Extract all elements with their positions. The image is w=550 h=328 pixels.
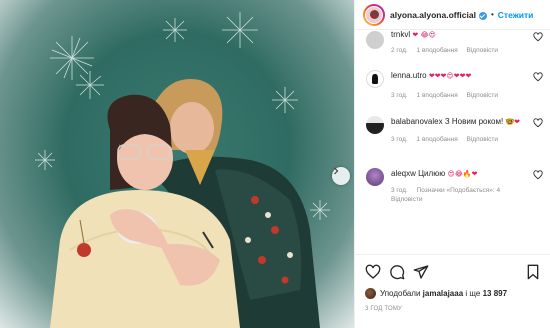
post-header: alyona.alyona.official • Стежити [355,0,550,30]
comment-time: 3 год. [391,187,408,194]
reply-button[interactable]: Відповісти [467,47,498,54]
liker-username[interactable]: jamalajaaa [423,289,463,298]
comment-likes[interactable]: Позначки «Подобається»: 4 [417,187,501,194]
like-comment-icon[interactable] [533,72,543,82]
action-icons-row [365,264,541,282]
comment-username[interactable]: balabanovalex [391,117,443,126]
reply-button[interactable]: Відповісти [391,196,422,203]
bookmark-icon[interactable] [525,264,541,280]
chevron-right-icon [334,167,339,175]
comment-avatar[interactable] [366,70,384,88]
like-comment-icon[interactable] [533,118,543,128]
like-comment-icon[interactable] [533,170,543,180]
likes-and: і ще [465,289,481,298]
comment-username[interactable]: aleqxw [391,169,416,178]
likes-count[interactable]: 13 897 [483,289,507,298]
separator-dot: • [490,10,494,19]
comment-avatar[interactable] [366,116,384,134]
comment-meta: 2 год. 1 вподобання Відповісти [391,47,537,54]
comment-avatar[interactable] [366,168,384,186]
like-comment-icon[interactable] [533,32,543,42]
comment-username[interactable]: lenna.utro [391,71,427,80]
comment-likes[interactable]: 1 вподобання [417,47,458,54]
likes-prefix: Уподобали [380,289,421,298]
share-icon[interactable] [413,264,429,280]
comment-likes[interactable]: 1 вподобання [417,136,458,143]
author-username[interactable]: alyona.alyona.official [390,10,476,20]
comment-time: 3 год. [391,92,408,99]
author-avatar[interactable] [363,3,385,26]
comments-list[interactable]: trnkvl ❤ 😂😍 2 год. 1 вподобання Відповіс… [355,30,550,248]
comment-avatar[interactable] [366,31,384,49]
follow-button[interactable]: Стежити [498,10,534,20]
comment-emoji: 😍😂🔥❤ [447,170,478,178]
comment-text: Цилюю [418,169,446,178]
comment-icon[interactable] [389,264,405,280]
reply-button[interactable]: Відповісти [467,136,498,143]
ornament-red [77,243,91,257]
comment-meta: 3 год. Позначки «Подобається»: 4 Відпові… [391,186,537,204]
post-actions: Уподобали jamalajaaa і ще 13 897 3 ГОД Т… [355,254,550,328]
comment-meta: 3 год. 1 вподобання Відповісти [391,92,537,99]
comment-likes[interactable]: 1 вподобання [417,92,458,99]
comment-emoji: ❤ 😂😍 [412,31,436,39]
comment-username[interactable]: trnkvl [391,30,410,39]
post-sidebar: alyona.alyona.official • Стежити trnkvl … [354,0,550,328]
post-timestamp: 3 ГОД ТОМУ [365,306,403,312]
heart-icon[interactable] [365,264,381,280]
comment-emoji: 🤓❤ [505,118,521,126]
liker-avatar[interactable] [365,288,376,299]
comment-meta: 3 год. 1 вподобання Відповісти [391,136,537,143]
photo-illustration [35,12,330,328]
likes-summary: Уподобали jamalajaaa і ще 13 897 [365,288,507,299]
verified-icon [478,11,487,20]
next-photo-button[interactable] [332,167,350,185]
post-photo[interactable] [0,0,354,328]
comment-emoji: ❤❤❤😍❤❤❤ [428,72,472,80]
reply-button[interactable]: Відповісти [467,92,498,99]
comment-time: 3 год. [391,136,408,143]
comment-time: 2 год. [391,47,408,54]
comment-text: З Новим роком! [444,117,504,126]
